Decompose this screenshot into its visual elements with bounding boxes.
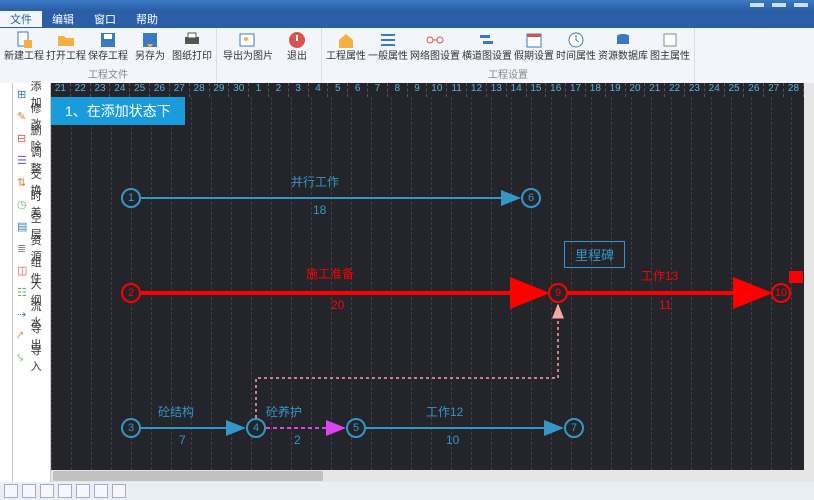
view-btn-4[interactable] — [58, 484, 72, 498]
instruction-banner: 1、在添加状态下 — [51, 97, 185, 125]
edge-label: 施工准备 — [306, 265, 354, 282]
milestone-label: 里程碑 — [564, 241, 625, 268]
view-btn-3[interactable] — [40, 484, 54, 498]
gantt-icon — [477, 30, 497, 50]
resource-db-button[interactable]: 资源数据库 — [598, 30, 648, 62]
menu-window[interactable]: 窗口 — [84, 11, 126, 27]
tool-import[interactable]: ⤥导入 — [13, 347, 50, 369]
network-settings-button[interactable]: 网络图设置 — [410, 30, 460, 62]
open-project-button[interactable]: 打开工程 — [46, 30, 86, 62]
ribbon-group-settings-label: 工程设置 — [488, 66, 528, 81]
edge-duration: 20 — [331, 298, 344, 312]
view-btn-1[interactable] — [4, 484, 18, 498]
node-4[interactable]: 4 — [246, 418, 266, 438]
swap-icon: ⇅ — [17, 176, 28, 188]
save-project-button[interactable]: 保存工程 — [88, 30, 128, 62]
project-props-button[interactable]: 工程属性 — [326, 30, 366, 62]
exit-icon — [287, 30, 307, 50]
save-icon — [98, 30, 118, 50]
owner-icon — [660, 30, 680, 50]
vertical-toolbar: ⊞添加 ✎修改 ⊟删除 ☰调整 ⇅交换 ◷时差 ▤空层 ≣资源 ◫组件 ☷大纲 … — [13, 83, 51, 482]
owner-attr-button[interactable]: 图主属性 — [650, 30, 690, 62]
gantt-settings-button[interactable]: 横道图设置 — [462, 30, 512, 62]
vertical-scrollbar[interactable] — [804, 83, 814, 482]
clock-small-icon: ◷ — [17, 198, 28, 210]
export-icon: ⤤ — [17, 330, 28, 342]
edge-duration: 10 — [446, 433, 459, 447]
window-titlebar — [0, 0, 814, 10]
ruler: 2122232425262728293012345678910111213141… — [51, 83, 804, 97]
general-props-button[interactable]: 一般属性 — [368, 30, 408, 62]
menu-help[interactable]: 帮助 — [126, 11, 168, 27]
edge-label: 砼养护 — [266, 403, 302, 420]
ribbon: 新建工程 打开工程 保存工程 另存为 图纸打印 工程文件 导出为图片 退出 工程… — [0, 28, 814, 83]
scrollbar-thumb[interactable] — [53, 471, 323, 481]
print-button[interactable]: 图纸打印 — [172, 30, 212, 62]
edge-duration: 7 — [179, 433, 186, 447]
layer-icon: ▤ — [17, 220, 28, 232]
left-gutter — [0, 83, 13, 482]
sliders-icon: ☰ — [17, 154, 28, 166]
edge-label: 工作12 — [426, 403, 463, 420]
list-icon — [378, 30, 398, 50]
node-6[interactable]: 6 — [521, 188, 541, 208]
edge-label: 并行工作 — [291, 173, 339, 190]
horizontal-scrollbar[interactable] — [51, 470, 804, 482]
view-btn-5[interactable] — [76, 484, 90, 498]
folder-open-icon — [56, 30, 76, 50]
edge-duration: 2 — [294, 433, 301, 447]
menu-bar: 文件 编辑 窗口 帮助 — [0, 10, 814, 28]
component-icon: ◫ — [17, 264, 28, 276]
minimize-button[interactable] — [750, 3, 764, 7]
new-file-icon — [14, 30, 34, 50]
printer-icon — [182, 30, 202, 50]
minus-icon: ⊟ — [17, 132, 28, 144]
node-2[interactable]: 2 — [121, 283, 141, 303]
node-10[interactable]: 10 — [771, 283, 791, 303]
edge-label: 砼结构 — [158, 403, 194, 420]
save-as-icon — [140, 30, 160, 50]
node-9[interactable]: 9 — [548, 283, 568, 303]
edge-label: 工作13 — [641, 267, 678, 284]
node-5[interactable]: 5 — [346, 418, 366, 438]
exit-button[interactable]: 退出 — [277, 30, 317, 62]
node-7[interactable]: 7 — [564, 418, 584, 438]
edge-duration: 18 — [313, 203, 326, 217]
view-btn-6[interactable] — [94, 484, 108, 498]
node-1[interactable]: 1 — [121, 188, 141, 208]
image-export-icon — [238, 30, 258, 50]
restore-button[interactable] — [772, 3, 786, 7]
canvas[interactable]: 2122232425262728293012345678910111213141… — [51, 83, 814, 482]
clock-icon — [566, 30, 586, 50]
export-image-button[interactable]: 导出为图片 — [221, 30, 275, 62]
database-icon — [613, 30, 633, 50]
status-bar — [0, 482, 814, 500]
plus-icon: ⊞ — [17, 88, 28, 100]
pencil-icon: ✎ — [17, 110, 28, 122]
close-button[interactable] — [794, 3, 808, 7]
ribbon-group-file-label: 工程文件 — [88, 66, 128, 81]
house-icon — [336, 30, 356, 50]
view-btn-7[interactable] — [112, 484, 126, 498]
holiday-settings-button[interactable]: 假期设置 — [514, 30, 554, 62]
menu-file[interactable]: 文件 — [0, 11, 42, 27]
flow-icon: ⇢ — [17, 308, 28, 320]
new-project-button[interactable]: 新建工程 — [4, 30, 44, 62]
menu-edit[interactable]: 编辑 — [42, 11, 84, 27]
import-icon: ⤥ — [17, 352, 28, 364]
edge-duration: 11 — [659, 298, 671, 312]
outline-icon: ☷ — [17, 286, 28, 298]
view-btn-2[interactable] — [22, 484, 36, 498]
node-3[interactable]: 3 — [121, 418, 141, 438]
save-as-button[interactable]: 另存为 — [130, 30, 170, 62]
time-attr-button[interactable]: 时间属性 — [556, 30, 596, 62]
flag-icon — [789, 271, 803, 283]
network-icon — [425, 30, 445, 50]
calendar-icon — [524, 30, 544, 50]
resource-icon: ≣ — [17, 242, 28, 254]
